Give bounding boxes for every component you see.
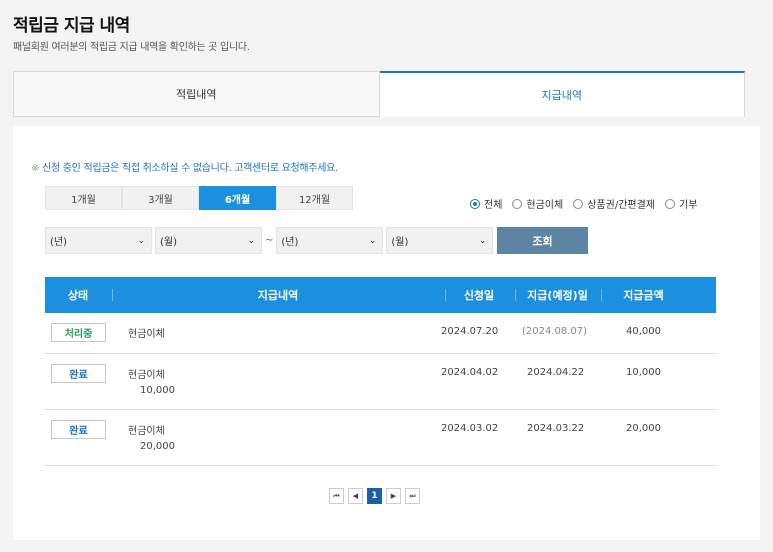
column-header-details: 지급내역 (257, 289, 299, 302)
applied-date: 2024.04.02 (441, 367, 499, 378)
radio-unchecked-icon (573, 198, 584, 209)
to-month-select[interactable]: (월) ⌄ (386, 227, 494, 254)
filter-donation-radio[interactable]: 기부 (665, 196, 697, 211)
status-badge[interactable]: 완료 (51, 420, 106, 439)
select-value: (년) (50, 237, 68, 248)
applied-date: 2024.07.20 (441, 326, 499, 337)
payment-amount: 10,000 (626, 367, 661, 378)
column-header-status: 상태 (67, 289, 89, 302)
filter-cash-transfer-radio[interactable]: 현금이체 (512, 196, 563, 211)
payment-type: 현금이체 (128, 370, 165, 381)
from-month-select[interactable]: (월) ⌄ (155, 227, 262, 254)
payment-sub-amount: 20,000 (140, 441, 175, 452)
range-separator: ~ (265, 235, 274, 246)
tab-payment-history[interactable]: 지급내역 (379, 71, 745, 117)
table-header: 상태 지급내역 신청일 지급(예정)일 지급금액 (45, 277, 716, 313)
period-1-month-button[interactable]: 1개월 (45, 186, 122, 210)
radio-checked-icon (470, 198, 480, 209)
search-button[interactable]: 조회 (497, 227, 588, 254)
tab-bar: 적립내역 지급내역 (13, 71, 745, 117)
payment-type: 현금이체 (128, 329, 165, 340)
payment-sub-amount: 10,000 (140, 385, 175, 396)
period-12-months-button[interactable]: 12개월 (276, 186, 353, 210)
next-page-icon[interactable]: ▶ (386, 488, 401, 504)
chevron-down-icon: ⌄ (478, 235, 487, 246)
payment-amount: 20,000 (626, 423, 661, 434)
select-value: (월) (391, 237, 409, 248)
radio-unchecked-icon (512, 198, 523, 209)
status-badge[interactable]: 처리중 (51, 323, 106, 342)
table-row: 완료 현금이체 20,000 2024.03.02 2024.03.22 20,… (45, 410, 716, 466)
payment-amount: 40,000 (626, 326, 661, 337)
page-subtitle: 패널회원 여러분의 적립금 지급 내역을 확인하는 곳 입니다. (13, 42, 250, 53)
notice-mark: ※ (31, 163, 40, 174)
status-badge[interactable]: 완료 (51, 364, 106, 383)
select-value: (년) (281, 237, 299, 248)
first-page-icon[interactable]: ⏮ (329, 488, 344, 504)
type-filter: 전체 현금이체 상품권/간편결제 기부 (470, 196, 697, 211)
payment-date: 2024.03.22 (527, 423, 585, 434)
from-year-select[interactable]: (년) ⌄ (45, 227, 152, 254)
table-row: 완료 현금이체 10,000 2024.04.02 2024.04.22 10,… (45, 354, 716, 410)
date-range: (년) ⌄ (월) ⌄ ~ (년) ⌄ (월) ⌄ (45, 227, 496, 254)
payment-type: 현금이체 (128, 426, 165, 437)
payment-date: 2024.04.22 (527, 367, 585, 378)
to-year-select[interactable]: (년) ⌄ (276, 227, 384, 254)
applied-date: 2024.03.02 (441, 423, 499, 434)
tab-accrual-history[interactable]: 적립내역 (13, 71, 380, 117)
radio-unchecked-icon (665, 198, 675, 209)
filter-label: 전체 (484, 200, 503, 211)
page-title: 적립금 지급 내역 (13, 16, 130, 36)
period-6-months-button[interactable]: 6개월 (199, 186, 276, 210)
prev-page-icon[interactable]: ◀ (348, 488, 363, 504)
table-row: 처리중 현금이체 2024.07.20 (2024.08.07) 40,000 (45, 313, 716, 354)
filter-label: 기부 (679, 200, 698, 211)
filter-all-radio[interactable]: 전체 (470, 196, 502, 211)
period-3-months-button[interactable]: 3개월 (122, 186, 199, 210)
column-header-applied-date: 신청일 (463, 289, 495, 302)
page-number[interactable]: 1 (367, 488, 382, 504)
pagination: ⏮ ◀ 1 ▶ ⏭ (329, 488, 420, 504)
notice-message: 신청 중인 적립금은 직접 취소하실 수 없습니다. 고객센터로 요청해주세요. (42, 163, 338, 174)
notice-text: ※ 신청 중인 적립금은 직접 취소하실 수 없습니다. 고객센터로 요청해주세요… (31, 159, 338, 174)
chevron-down-icon: ⌄ (247, 235, 255, 246)
filter-voucher-radio[interactable]: 상품권/간편결제 (573, 196, 655, 211)
filter-label: 현금이체 (526, 200, 564, 211)
column-header-payment-date: 지급(예정)일 (527, 289, 588, 302)
chevron-down-icon: ⌄ (137, 235, 145, 246)
last-page-icon[interactable]: ⏭ (405, 488, 420, 504)
payment-date: (2024.08.07) (522, 326, 588, 337)
filter-label: 상품권/간편결제 (587, 200, 655, 211)
period-selector: 1개월 3개월 6개월 12개월 (45, 186, 353, 210)
select-value: (월) (160, 237, 178, 248)
chevron-down-icon: ⌄ (368, 235, 377, 246)
column-header-amount: 지급금액 (623, 289, 664, 302)
